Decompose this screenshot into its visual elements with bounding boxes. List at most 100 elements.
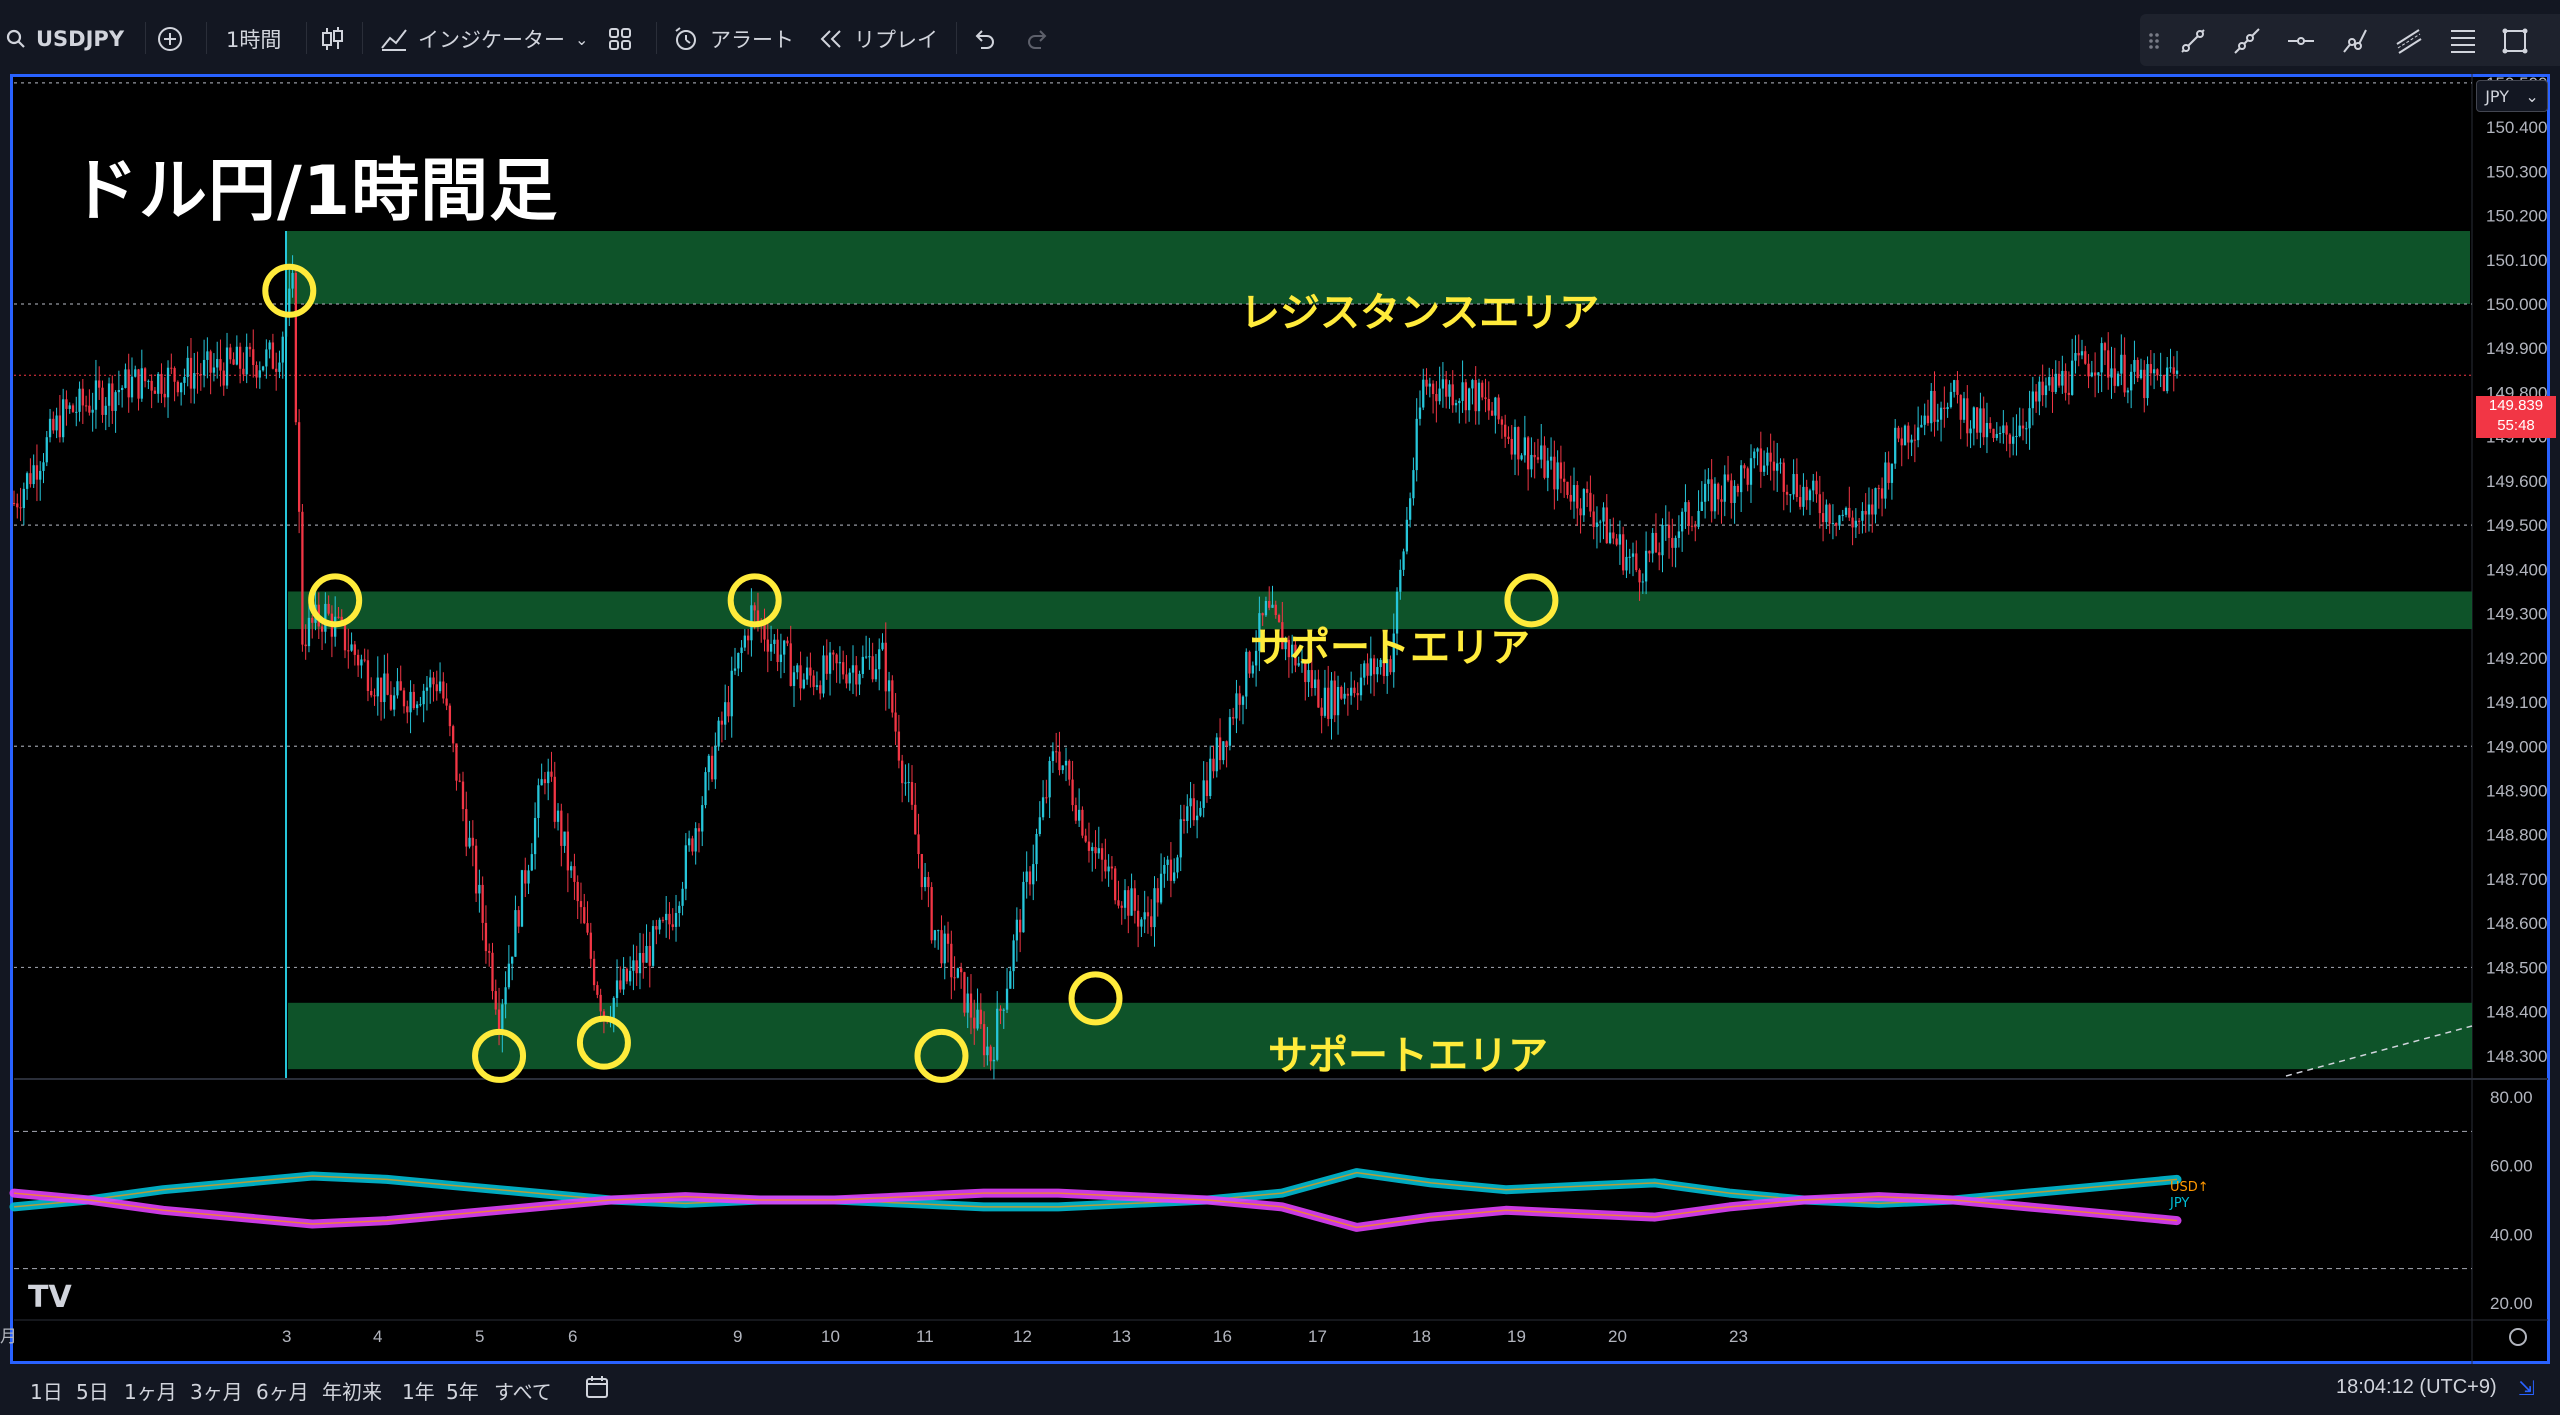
candle — [471, 820, 474, 867]
candle-body — [1041, 797, 1045, 818]
candle-body — [1543, 445, 1546, 478]
candle — [84, 395, 88, 412]
candle — [186, 346, 189, 387]
candle-body — [1720, 499, 1723, 502]
candle-body — [1622, 534, 1625, 571]
range-button[interactable]: 5日 — [76, 1376, 109, 1405]
time-axis-label: 11 — [916, 1327, 934, 1346]
candle-body — [1402, 551, 1405, 570]
candle — [1071, 760, 1074, 812]
candle — [1094, 830, 1097, 869]
candle — [1061, 765, 1064, 774]
candle — [789, 625, 792, 687]
candle-body — [2054, 373, 2057, 392]
candle — [1425, 368, 1428, 395]
candle — [769, 625, 773, 662]
candle-body — [261, 366, 265, 371]
candle-body — [1608, 532, 1612, 544]
candle-body — [366, 660, 370, 691]
candle-body — [661, 919, 665, 921]
candle — [281, 331, 284, 379]
candle-body — [29, 473, 32, 485]
range-button[interactable]: 1日 — [30, 1376, 63, 1405]
range-button[interactable]: 1ヶ月 — [124, 1376, 177, 1405]
candle — [1186, 794, 1189, 834]
candle-body — [1153, 888, 1156, 928]
candle-body — [1104, 859, 1107, 872]
candle-body — [1150, 916, 1153, 928]
range-button[interactable]: 6ヶ月 — [256, 1376, 309, 1405]
candle-body — [858, 673, 861, 685]
candle — [1851, 510, 1854, 546]
candle-body — [494, 991, 497, 1010]
candle-body — [671, 924, 674, 927]
range-button[interactable]: 1年 — [402, 1376, 435, 1405]
candle-body — [179, 382, 183, 393]
candle — [1812, 473, 1815, 502]
candle-body — [930, 887, 933, 941]
candle — [2005, 422, 2008, 452]
candle-body — [1766, 452, 1769, 466]
candle-body — [2021, 425, 2025, 429]
candle-body — [324, 603, 327, 632]
candle — [150, 374, 153, 409]
candle — [94, 359, 98, 429]
candle-body — [1838, 515, 1841, 526]
range-button[interactable]: 3ヶ月 — [190, 1376, 243, 1405]
price-tick-label: 149.500 — [2486, 516, 2547, 535]
candle — [1353, 680, 1356, 698]
candle-body — [2051, 377, 2054, 392]
candle — [1884, 452, 1887, 509]
candle — [1228, 709, 1232, 751]
candle-body — [1625, 556, 1628, 571]
candle — [2087, 354, 2090, 389]
candle — [1572, 467, 1576, 519]
candle-body — [1733, 485, 1736, 504]
candle-body — [704, 772, 707, 806]
clock-timezone[interactable]: 18:04:12 (UTC+9) — [2336, 1376, 2497, 1399]
time-axis-label: 3 — [282, 1327, 291, 1346]
range-button[interactable]: 5年 — [446, 1376, 479, 1405]
candle — [632, 944, 635, 991]
scale-settings-button[interactable]: ⇲ — [2518, 1376, 2535, 1400]
candle — [189, 338, 193, 404]
candle-body — [1481, 382, 1484, 398]
candle — [1661, 518, 1664, 573]
candle — [1710, 459, 1713, 523]
candle-body — [740, 647, 743, 653]
candle — [1818, 475, 1821, 529]
candle — [930, 882, 933, 944]
date-range-calendar-button[interactable] — [584, 1374, 610, 1405]
candle — [1182, 804, 1186, 834]
candle-body — [2061, 370, 2064, 386]
candle — [874, 653, 878, 682]
candle — [206, 337, 209, 379]
candle — [543, 771, 547, 795]
candle — [2077, 334, 2080, 367]
candle — [1789, 494, 1792, 513]
candle-body — [543, 779, 547, 784]
candle-body — [1012, 940, 1015, 972]
tradingview-logo[interactable]: TV — [28, 1280, 72, 1315]
candle-body — [897, 731, 901, 761]
candle-body — [1025, 871, 1028, 882]
range-button[interactable]: すべて — [494, 1376, 552, 1405]
candle — [1582, 488, 1585, 522]
candle-body — [25, 473, 29, 489]
candle-body — [710, 755, 714, 780]
range-button[interactable]: 年初来 — [322, 1376, 382, 1405]
candle — [1717, 482, 1720, 515]
candle — [1569, 475, 1572, 510]
candle-body — [1212, 758, 1215, 772]
candle-body — [1458, 400, 1461, 404]
candle — [2169, 348, 2172, 373]
candle — [258, 361, 261, 389]
price-tick-label: 150.000 — [2486, 295, 2547, 314]
candle — [665, 896, 668, 938]
candle-body — [684, 845, 688, 889]
candle-body — [1664, 524, 1667, 526]
candle — [1894, 419, 1897, 469]
candle-body — [894, 712, 897, 732]
currency-selector[interactable]: JPY ⌄ — [2476, 80, 2548, 112]
candle-body — [1441, 379, 1445, 389]
